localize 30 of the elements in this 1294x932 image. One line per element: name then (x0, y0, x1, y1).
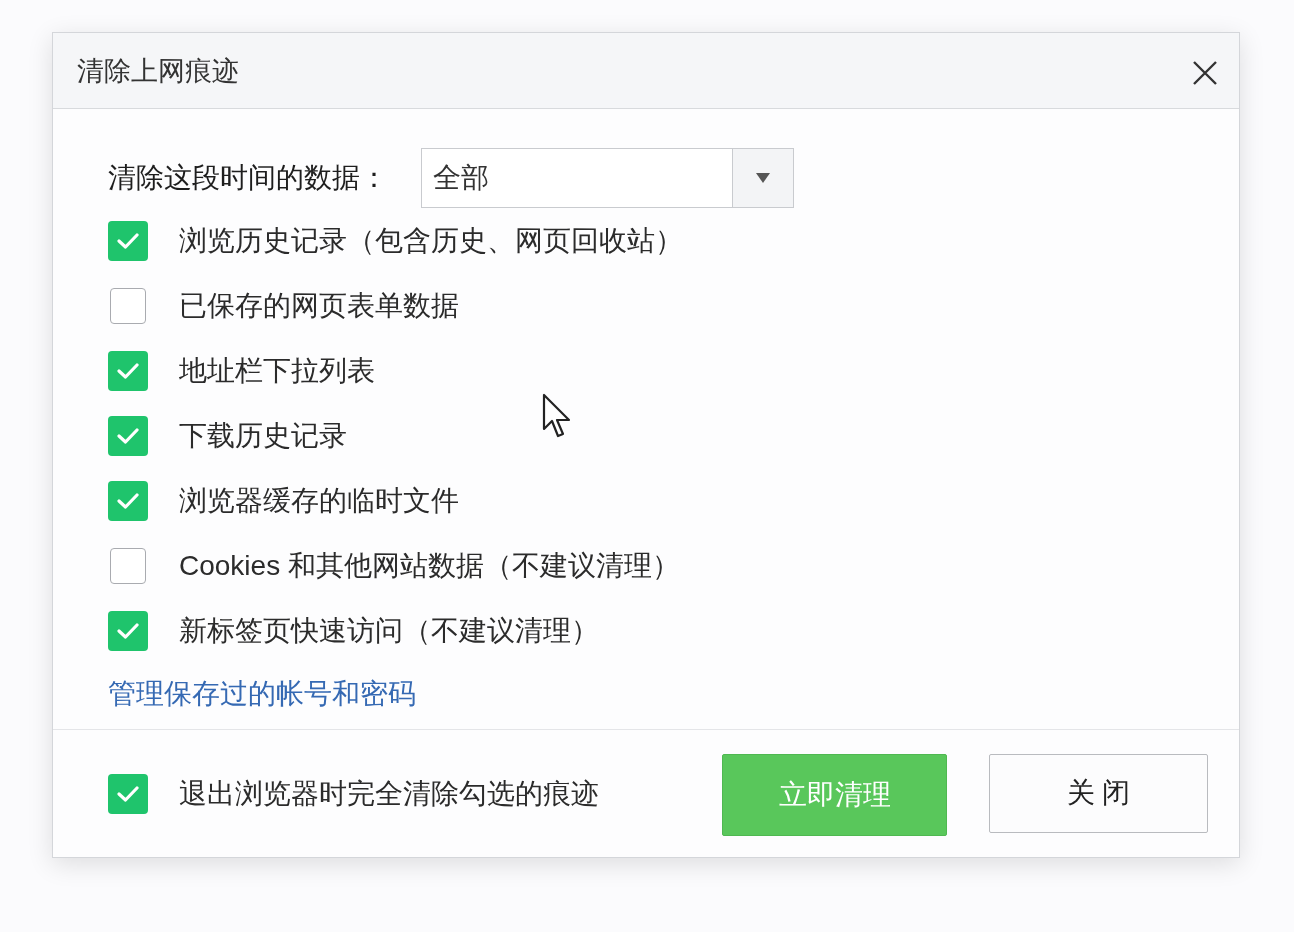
checkbox[interactable] (110, 287, 146, 324)
dialog-title: 清除上网痕迹 (77, 54, 239, 88)
checkbox[interactable] (108, 480, 148, 521)
time-range-dropdown[interactable]: 全部 (421, 148, 794, 208)
option-label: 下载历史记录 (179, 418, 347, 453)
option-label: 退出浏览器时完全清除勾选的痕迹 (179, 776, 599, 811)
close-dialog-button[interactable]: 关 闭 (989, 753, 1208, 833)
check-icon (117, 232, 139, 249)
checkbox[interactable] (108, 350, 148, 391)
option-label: 已保存的网页表单数据 (179, 288, 459, 323)
check-icon (117, 622, 139, 639)
check-icon (117, 785, 139, 802)
option-label: 地址栏下拉列表 (179, 353, 375, 388)
checkbox[interactable] (108, 773, 148, 814)
option-label: 新标签页快速访问（不建议清理） (179, 613, 599, 648)
mouse-pointer-icon (542, 393, 572, 439)
caret-icon (756, 173, 770, 183)
option-label: 浏览历史记录（包含历史、网页回收站） (179, 223, 683, 258)
checkbox[interactable] (108, 415, 148, 456)
option-label: 浏览器缓存的临时文件 (179, 483, 459, 518)
option-label: Cookies 和其他网站数据（不建议清理） (179, 548, 680, 583)
time-range-label: 清除这段时间的数据： (108, 161, 389, 195)
close-icon[interactable] (1193, 60, 1217, 85)
checkbox[interactable] (108, 610, 148, 651)
checkbox[interactable] (110, 547, 146, 584)
check-icon (117, 362, 139, 379)
check-icon (117, 492, 139, 509)
check-icon (117, 427, 139, 444)
manage-accounts-link[interactable]: 管理保存过的帐号和密码 (108, 675, 416, 713)
checkbox[interactable] (108, 220, 148, 261)
